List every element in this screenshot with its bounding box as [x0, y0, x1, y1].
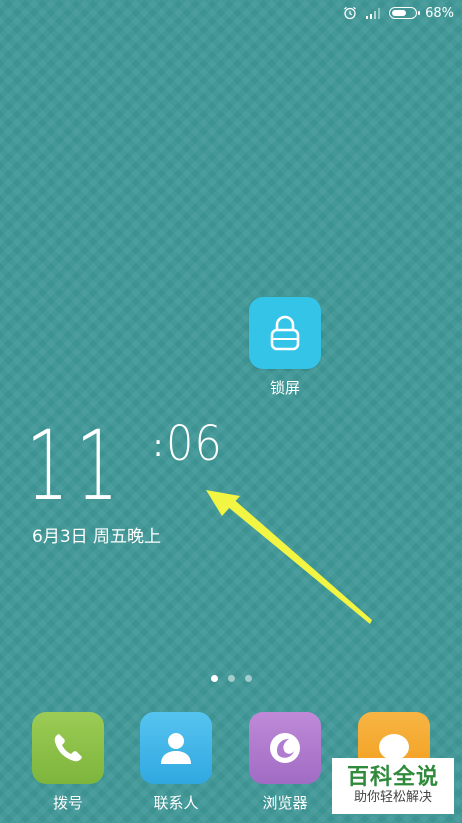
- signal-icon: [365, 7, 381, 19]
- clock-minute: 06: [166, 416, 223, 472]
- clock-widget[interactable]: 11 : 06: [26, 410, 222, 522]
- alarm-icon: [343, 6, 357, 20]
- clock-separator: :: [153, 429, 164, 464]
- page-indicator[interactable]: [0, 675, 462, 682]
- dock-label-phone: 拨号: [52, 794, 83, 812]
- dock-app-browser[interactable]: 浏览器: [245, 712, 325, 813]
- battery-percent: 68%: [425, 5, 454, 21]
- browser-icon: [249, 712, 321, 784]
- dock-label-contacts: 联系人: [153, 794, 199, 812]
- watermark-badge: 百科全说 助你轻松解决: [332, 758, 454, 814]
- page-dot-3[interactable]: [244, 675, 252, 682]
- padlock-icon: [249, 297, 321, 369]
- phone-icon: [32, 712, 104, 784]
- page-dot-2[interactable]: [227, 675, 235, 682]
- battery-level: [392, 10, 407, 16]
- clock-date: 6月3日 周五晚上: [32, 527, 162, 547]
- lock-screen-label: 锁屏: [269, 379, 300, 397]
- clock-hour: 11: [26, 410, 126, 522]
- dock-label-browser: 浏览器: [262, 794, 308, 812]
- status-bar: 68%: [0, 0, 462, 26]
- watermark-title: 百科全说: [346, 765, 439, 791]
- lock-screen-app[interactable]: 锁屏: [248, 297, 322, 398]
- contacts-icon: [140, 712, 212, 784]
- dock-app-phone[interactable]: 拨号: [28, 712, 108, 813]
- dock-app-contacts[interactable]: 联系人: [136, 712, 216, 813]
- page-dot-1[interactable]: [210, 675, 218, 682]
- watermark-subtitle: 助你轻松解决: [353, 790, 432, 806]
- battery-icon: [389, 7, 421, 19]
